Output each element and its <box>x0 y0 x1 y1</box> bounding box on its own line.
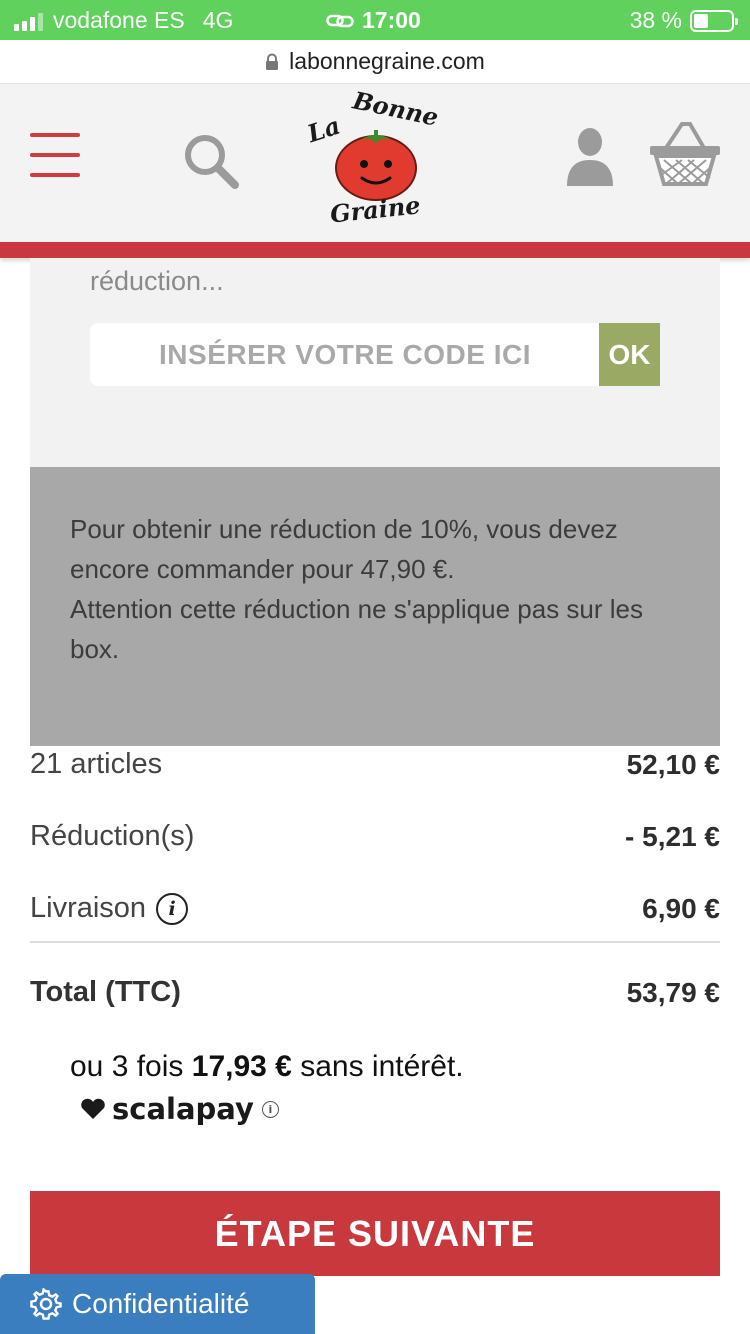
privacy-settings-button[interactable]: Confidentialité <box>0 1274 315 1334</box>
signal-icon <box>14 11 43 31</box>
installment-prefix: ou 3 fois <box>70 1050 184 1083</box>
scalapay-info-icon[interactable]: i <box>261 1100 279 1118</box>
gear-icon <box>30 1288 62 1320</box>
search-button[interactable] <box>180 130 242 192</box>
summary-shipping-row: Livraison i 6,90 € <box>30 892 720 925</box>
shipping-label: Livraison <box>30 892 147 924</box>
header-accent-bar <box>0 242 750 258</box>
link-icon <box>326 14 354 27</box>
user-icon <box>567 128 613 186</box>
basket-icon <box>650 122 720 186</box>
voucher-section: réduction... OK <box>30 258 720 467</box>
network-type: 4G <box>202 7 234 33</box>
account-button[interactable] <box>565 126 615 188</box>
installment-text: ou 3 fois 17,93 € sans intérêt. <box>70 1050 464 1084</box>
status-center: 17:00 <box>326 7 421 34</box>
summary-divider <box>30 941 720 943</box>
discount-info-box: Pour obtenir une réduction de 10%, vous … <box>30 467 720 746</box>
info-icon[interactable]: i <box>156 892 189 925</box>
summary-articles-row: 21 articles 52,10 € <box>30 748 720 781</box>
total-value: 53,79 € <box>626 976 720 1008</box>
voucher-hint: réduction... <box>90 266 224 296</box>
summary-total-row: Total (TTC) 53,79 € <box>30 976 720 1009</box>
discount-info-warning: Attention cette réduction ne s'applique … <box>70 594 643 664</box>
clock: 17:00 <box>362 7 421 33</box>
address-bar[interactable]: labonnegraine.com <box>0 40 750 84</box>
url-text: labonnegraine.com <box>289 48 485 74</box>
status-left: vodafone ES 4G <box>14 7 233 34</box>
carrier-name: vodafone ES <box>53 7 185 33</box>
articles-value: 52,10 € <box>626 748 720 780</box>
shipping-label-group: Livraison i <box>30 892 189 925</box>
battery-percent: 38 % <box>629 7 682 33</box>
scalapay-logo-text: scalapay <box>112 1092 254 1126</box>
svg-text:Bonne: Bonne <box>349 90 441 132</box>
voucher-code-input[interactable] <box>90 323 600 386</box>
search-icon <box>185 135 239 189</box>
installment-suffix: sans intérêt. <box>300 1050 464 1083</box>
status-right: 38 % <box>629 7 738 34</box>
next-step-button[interactable]: ÉTAPE SUIVANTE <box>30 1191 720 1276</box>
privacy-label: Confidentialité <box>72 1288 250 1319</box>
svg-text:Graine: Graine <box>329 190 422 228</box>
total-label: Total (TTC) <box>30 976 181 1008</box>
shipping-value: 6,90 € <box>642 892 720 924</box>
discount-info-text: Pour obtenir une réduction de 10%, vous … <box>70 514 618 584</box>
summary-discount-row: Réduction(s) - 5,21 € <box>30 820 720 853</box>
scalapay-brand[interactable]: scalapay i <box>80 1092 279 1126</box>
discount-value: - 5,21 € <box>625 820 720 852</box>
battery-icon <box>690 9 738 32</box>
heart-icon <box>81 1098 105 1119</box>
lock-icon <box>266 53 279 70</box>
voucher-ok-button[interactable]: OK <box>599 323 660 386</box>
battery-level <box>694 13 708 28</box>
status-bar: vodafone ES 4G 17:00 38 % <box>0 0 750 40</box>
cart-button[interactable] <box>648 122 722 188</box>
installment-amount: 17,93 € <box>191 1050 292 1083</box>
site-logo[interactable]: La Bonne Graine <box>300 85 450 230</box>
tomato-logo-icon: La Bonne Graine <box>303 85 441 228</box>
menu-button[interactable] <box>30 133 82 179</box>
svg-text:La: La <box>303 111 344 149</box>
discount-label: Réduction(s) <box>30 820 195 852</box>
articles-label: 21 articles <box>30 748 163 780</box>
